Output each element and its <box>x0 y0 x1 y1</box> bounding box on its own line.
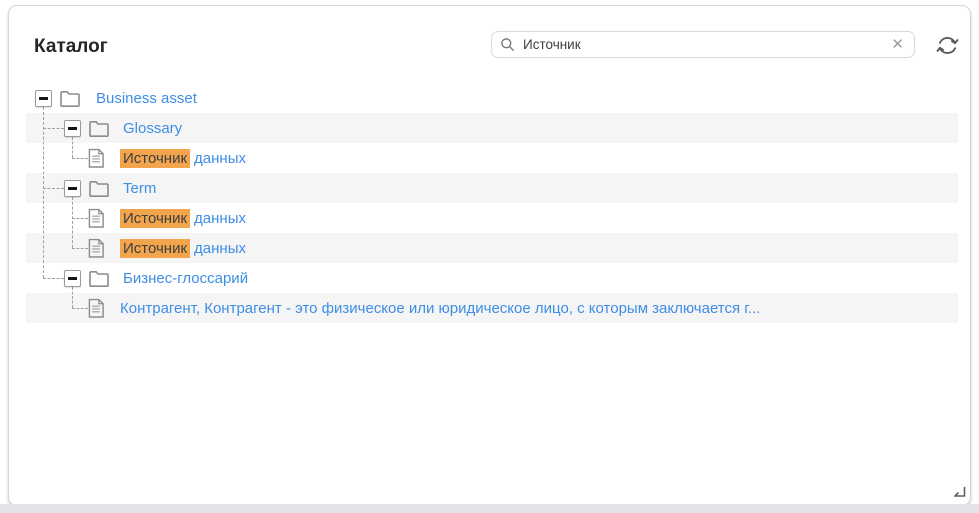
tree-row-document: Контрагент, Контрагент - это физическое … <box>26 293 958 323</box>
collapse-toggle-icon[interactable] <box>64 120 81 137</box>
tree-connector <box>43 107 44 278</box>
resize-handle-icon[interactable] <box>953 485 966 503</box>
tree-node-label[interactable]: Источникданных <box>120 210 246 227</box>
collapse-toggle-icon[interactable] <box>64 270 81 287</box>
catalog-panel: Каталог ✕ <box>8 5 971 506</box>
tree-node-label[interactable]: Term <box>123 180 156 197</box>
search-match-highlight: Источник <box>120 239 190 258</box>
clear-icon[interactable]: ✕ <box>889 35 906 54</box>
tree-connector <box>72 308 88 309</box>
tree-node-label[interactable]: Бизнес-глоссарий <box>123 270 248 287</box>
tree-row-document: Источникданных <box>26 143 958 173</box>
tree-node-label[interactable]: Business asset <box>96 90 197 107</box>
tree-row-business-glossary: Бизнес-глоссарий <box>26 263 958 293</box>
page-background-strip <box>0 504 979 513</box>
tree-connector <box>72 197 73 248</box>
search-input[interactable] <box>521 36 889 53</box>
tree-node-label[interactable]: Источникданных <box>120 240 246 257</box>
folder-icon <box>60 90 80 107</box>
tree-connector <box>43 128 64 129</box>
tree-row-glossary: Glossary <box>26 113 958 143</box>
search-icon <box>500 37 515 52</box>
document-icon <box>88 148 105 169</box>
document-icon <box>88 208 105 229</box>
document-icon <box>88 238 105 259</box>
refresh-button[interactable] <box>931 30 963 60</box>
folder-icon <box>89 270 109 287</box>
tree-row-document: Источникданных <box>26 203 958 233</box>
search-box[interactable]: ✕ <box>491 31 915 58</box>
collapse-toggle-icon[interactable] <box>35 90 52 107</box>
tree-row-document: Источникданных <box>26 233 958 263</box>
catalog-tree: Business asset Glossary Источникданных T… <box>26 83 958 323</box>
tree-node-label[interactable]: Источникданных <box>120 150 246 167</box>
folder-icon <box>89 180 109 197</box>
folder-icon <box>89 120 109 137</box>
page-title: Каталог <box>34 36 108 58</box>
tree-connector <box>43 188 64 189</box>
tree-connector <box>72 218 88 219</box>
search-match-highlight: Источник <box>120 149 190 168</box>
tree-row-business-asset: Business asset <box>26 83 958 113</box>
tree-node-label[interactable]: Glossary <box>123 120 182 137</box>
document-icon <box>88 298 105 319</box>
tree-connector <box>72 287 73 308</box>
tree-connector <box>72 137 73 158</box>
refresh-icon <box>934 32 961 59</box>
tree-connector <box>72 158 88 159</box>
tree-node-label[interactable]: Контрагент, Контрагент - это физическое … <box>120 300 760 317</box>
tree-row-term: Term <box>26 173 958 203</box>
search-match-highlight: Источник <box>120 209 190 228</box>
tree-connector <box>72 248 88 249</box>
tree-connector <box>43 278 64 279</box>
collapse-toggle-icon[interactable] <box>64 180 81 197</box>
